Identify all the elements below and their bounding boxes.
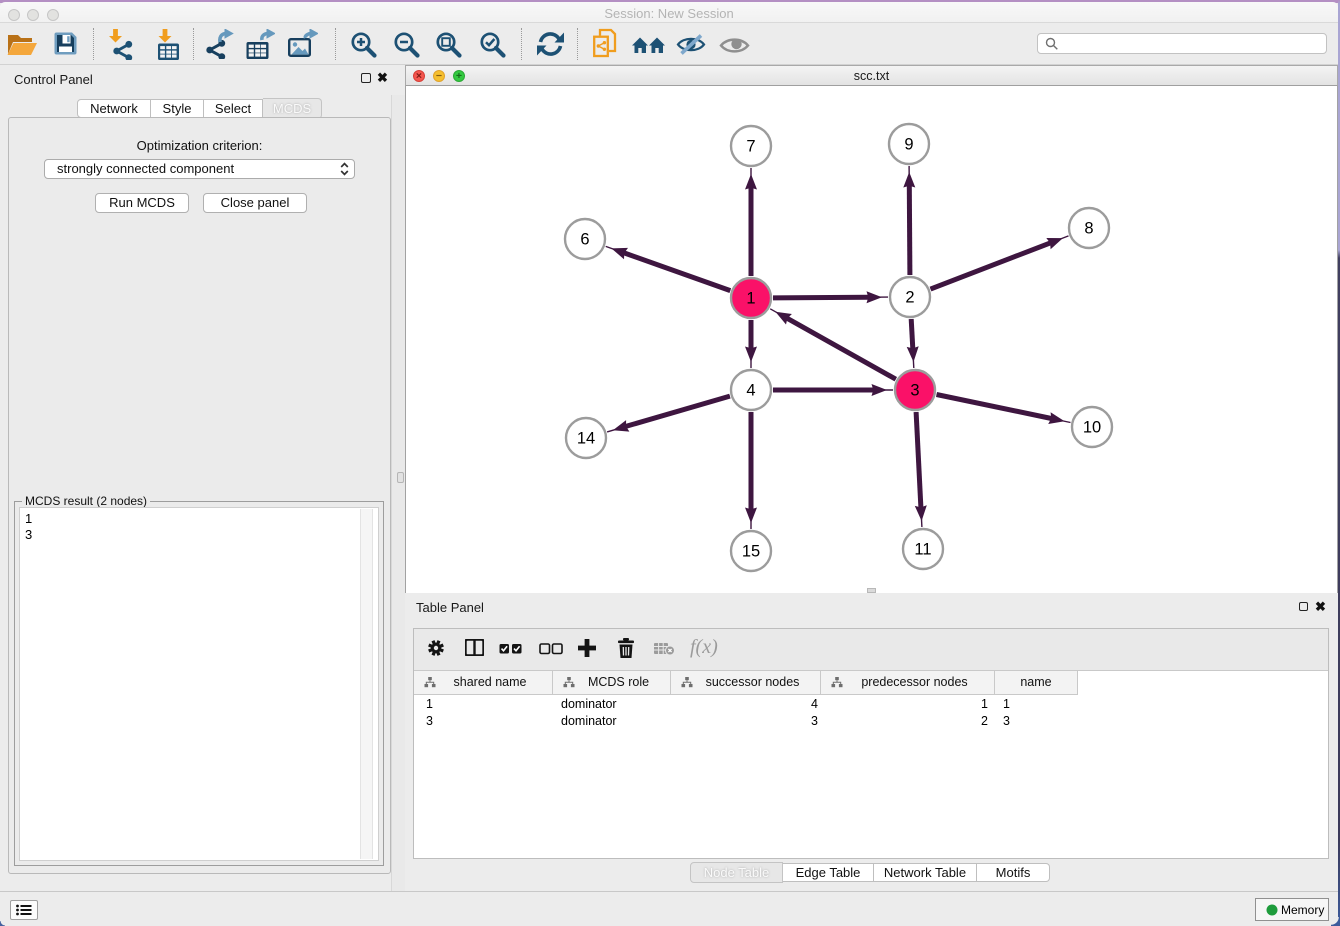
svg-text:10: 10 — [1083, 419, 1101, 437]
svg-text:1: 1 — [746, 290, 755, 308]
svg-text:6: 6 — [580, 231, 589, 249]
svg-text:9: 9 — [904, 136, 913, 154]
svg-text:15: 15 — [742, 543, 760, 561]
svg-text:3: 3 — [910, 382, 919, 400]
svg-text:2: 2 — [905, 289, 914, 307]
svg-text:11: 11 — [914, 541, 931, 559]
svg-text:8: 8 — [1084, 220, 1093, 238]
svg-text:7: 7 — [746, 138, 755, 156]
svg-text:14: 14 — [577, 430, 595, 448]
svg-text:4: 4 — [746, 382, 755, 400]
